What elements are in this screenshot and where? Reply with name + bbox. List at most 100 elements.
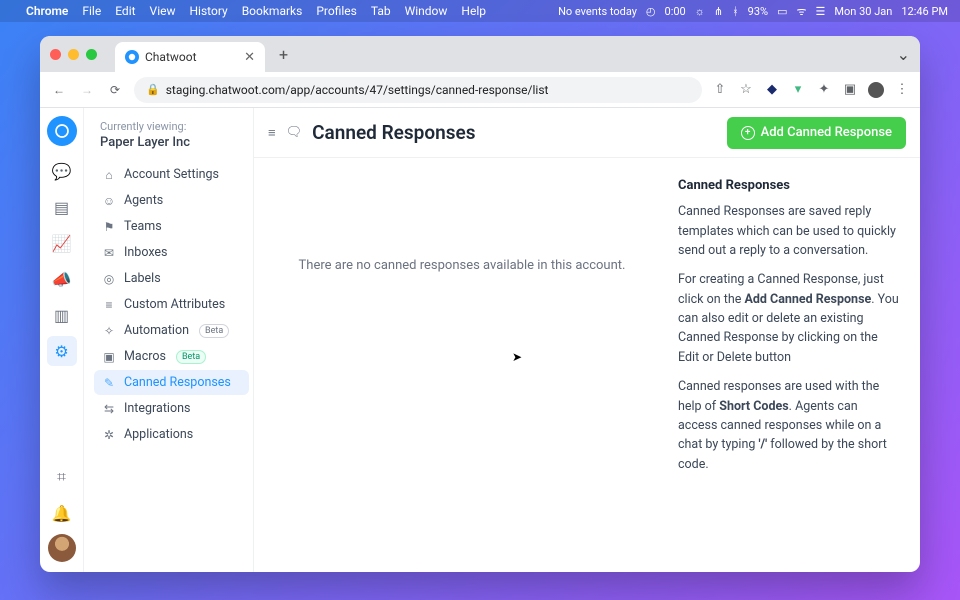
plus-circle-icon: +	[741, 126, 755, 140]
macos-menubar: Chrome File Edit View History Bookmarks …	[0, 0, 960, 22]
help-p1: Canned Responses are saved reply templat…	[678, 202, 900, 260]
wifi-icon[interactable]: ᯤ	[797, 4, 807, 19]
help-p3: Canned responses are used with the help …	[678, 377, 900, 474]
extension-1-icon[interactable]: ◆	[764, 82, 780, 98]
calendar-status[interactable]: No events today	[558, 5, 637, 18]
beta-badge: Beta	[176, 350, 206, 364]
beta-badge: Beta	[199, 324, 229, 338]
sidebar-item-label: Automation	[124, 323, 189, 338]
menubar-app[interactable]: Chrome	[26, 4, 68, 18]
sidebar-item-inboxes[interactable]: ✉ Inboxes	[94, 240, 249, 265]
minimize-window-button[interactable]	[68, 49, 79, 60]
menu-edit[interactable]: Edit	[115, 4, 135, 18]
control-center-icon[interactable]: ☰	[816, 5, 826, 18]
url-text: staging.chatwoot.com/app/accounts/47/set…	[166, 83, 549, 97]
account-settings-icon: ⌂	[102, 168, 116, 182]
url-bar[interactable]: 🔒 staging.chatwoot.com/app/accounts/47/s…	[134, 77, 702, 103]
nav-campaigns-icon[interactable]: 📣	[47, 264, 77, 294]
menubar-date[interactable]: Mon 30 Jan	[834, 5, 892, 18]
agents-icon: ☺	[102, 194, 116, 208]
sidebar-item-integrations[interactable]: ⇆Integrations	[94, 396, 249, 421]
sidebar-item-label: Teams	[124, 219, 162, 234]
battery-text: 93%	[748, 5, 768, 18]
reload-button[interactable]: ⟳	[106, 83, 124, 97]
menu-window[interactable]: Window	[405, 4, 448, 18]
profile-avatar[interactable]	[868, 82, 884, 98]
browser-window: Chatwoot ✕ + ⌄ ← → ⟳ 🔒 staging.chatwoot.…	[40, 36, 920, 572]
maximize-window-button[interactable]	[86, 49, 97, 60]
sidebar-item-macros[interactable]: ▣MacrosBeta	[94, 344, 249, 369]
sidebar-item-label: Agents	[124, 193, 163, 208]
overflow-menu-icon[interactable]: ⋮	[894, 82, 910, 98]
applications-icon: ✲	[102, 428, 116, 442]
sidebar-item-account-settings[interactable]: ⌂ Account Settings	[94, 162, 249, 187]
sidebar-item-label: Account Settings	[124, 167, 219, 182]
canned-responses-icon: ✎	[102, 376, 116, 390]
sidebar-item-applications[interactable]: ✲Applications	[94, 422, 249, 447]
automation-icon: ✧	[102, 324, 116, 338]
empty-state: There are no canned responses available …	[254, 158, 670, 572]
close-tab-icon[interactable]: ✕	[244, 50, 255, 65]
sidebar-item-automation[interactable]: ✧ Automation Beta	[94, 318, 249, 343]
bookmark-icon[interactable]: ☆	[738, 82, 754, 98]
user-avatar[interactable]	[48, 534, 76, 562]
menu-tab[interactable]: Tab	[371, 4, 391, 18]
menu-bookmarks[interactable]: Bookmarks	[242, 4, 303, 18]
add-canned-response-button[interactable]: + Add Canned Response	[727, 117, 906, 149]
primary-nav: 💬 ▤ 📈 📣 ▥ ⚙ ⌗ 🔔	[40, 108, 84, 572]
main-panel: ≡ 🗨 Canned Responses + Add Canned Respon…	[254, 108, 920, 572]
new-tab-button[interactable]: +	[271, 45, 296, 64]
close-window-button[interactable]	[50, 49, 61, 60]
nav-help-icon[interactable]: ▥	[47, 300, 77, 330]
menu-file[interactable]: File	[82, 4, 101, 18]
lock-icon: 🔒	[146, 83, 160, 96]
forward-button[interactable]: →	[78, 83, 96, 97]
side-panel-icon[interactable]: ▣	[842, 82, 858, 98]
nav-conversations-icon[interactable]: 💬	[47, 156, 77, 186]
browser-tab[interactable]: Chatwoot ✕	[115, 42, 265, 72]
nav-contacts-icon[interactable]: ▤	[47, 192, 77, 222]
nav-docs-icon[interactable]: ⌗	[47, 462, 77, 492]
inboxes-icon: ✉	[102, 246, 116, 260]
nav-reports-icon[interactable]: 📈	[47, 228, 77, 258]
extensions-puzzle-icon[interactable]: ✦	[816, 82, 832, 98]
menu-view[interactable]: View	[150, 4, 176, 18]
brightness-icon[interactable]: ☼	[695, 5, 705, 18]
macros-icon: ▣	[102, 350, 116, 364]
sidebar-item-agents[interactable]: ☺ Agents	[94, 188, 249, 213]
address-bar: ← → ⟳ 🔒 staging.chatwoot.com/app/account…	[40, 72, 920, 108]
timer-icon[interactable]: ◴	[646, 5, 656, 18]
app-frame: 💬 ▤ 📈 📣 ▥ ⚙ ⌗ 🔔 Currently viewing: Paper…	[40, 108, 920, 572]
nav-settings-icon[interactable]: ⚙	[47, 336, 77, 366]
timer-value: 0:00	[665, 5, 686, 18]
account-name[interactable]: Paper Layer Inc	[94, 135, 249, 162]
nav-notifications-icon[interactable]: 🔔	[47, 498, 77, 528]
back-button[interactable]: ←	[50, 83, 68, 97]
sidebar-item-teams[interactable]: ⚑ Teams	[94, 214, 249, 239]
labels-icon: ◎	[102, 272, 116, 286]
tab-bar: Chatwoot ✕ + ⌄	[40, 36, 920, 72]
window-controls	[50, 49, 97, 60]
menu-profiles[interactable]: Profiles	[316, 4, 357, 18]
share-icon[interactable]: ⇧	[712, 82, 728, 98]
settings-sidebar: Currently viewing: Paper Layer Inc ⌂Acco…	[84, 108, 254, 572]
collapse-sidebar-icon[interactable]: ≡	[268, 125, 276, 141]
menu-help[interactable]: Help	[461, 4, 486, 18]
sidebar-item-label: Custom Attributes	[124, 297, 225, 312]
sidebar-item-custom-attributes[interactable]: ≡Custom Attributes	[94, 292, 249, 317]
bluetooth-icon[interactable]: ᚼ	[732, 5, 739, 18]
menubar-clock[interactable]: 12:46 PM	[901, 5, 948, 18]
headphones-icon[interactable]: ⋔	[714, 5, 723, 18]
sidebar-item-label: Inboxes	[124, 245, 167, 260]
page-title: Canned Responses	[312, 121, 475, 144]
tab-title: Chatwoot	[145, 50, 197, 64]
menu-history[interactable]: History	[190, 4, 228, 18]
page-header: ≡ 🗨 Canned Responses + Add Canned Respon…	[254, 108, 920, 158]
extension-2-icon[interactable]: ▾	[790, 82, 806, 98]
battery-icon[interactable]: ▭	[777, 5, 787, 18]
sidebar-item-labels[interactable]: ◎Labels	[94, 266, 249, 291]
app-logo[interactable]	[47, 116, 77, 146]
sidebar-item-canned-responses[interactable]: ✎Canned Responses	[94, 370, 249, 395]
teams-icon: ⚑	[102, 220, 116, 234]
tab-overflow-icon[interactable]: ⌄	[897, 45, 910, 64]
